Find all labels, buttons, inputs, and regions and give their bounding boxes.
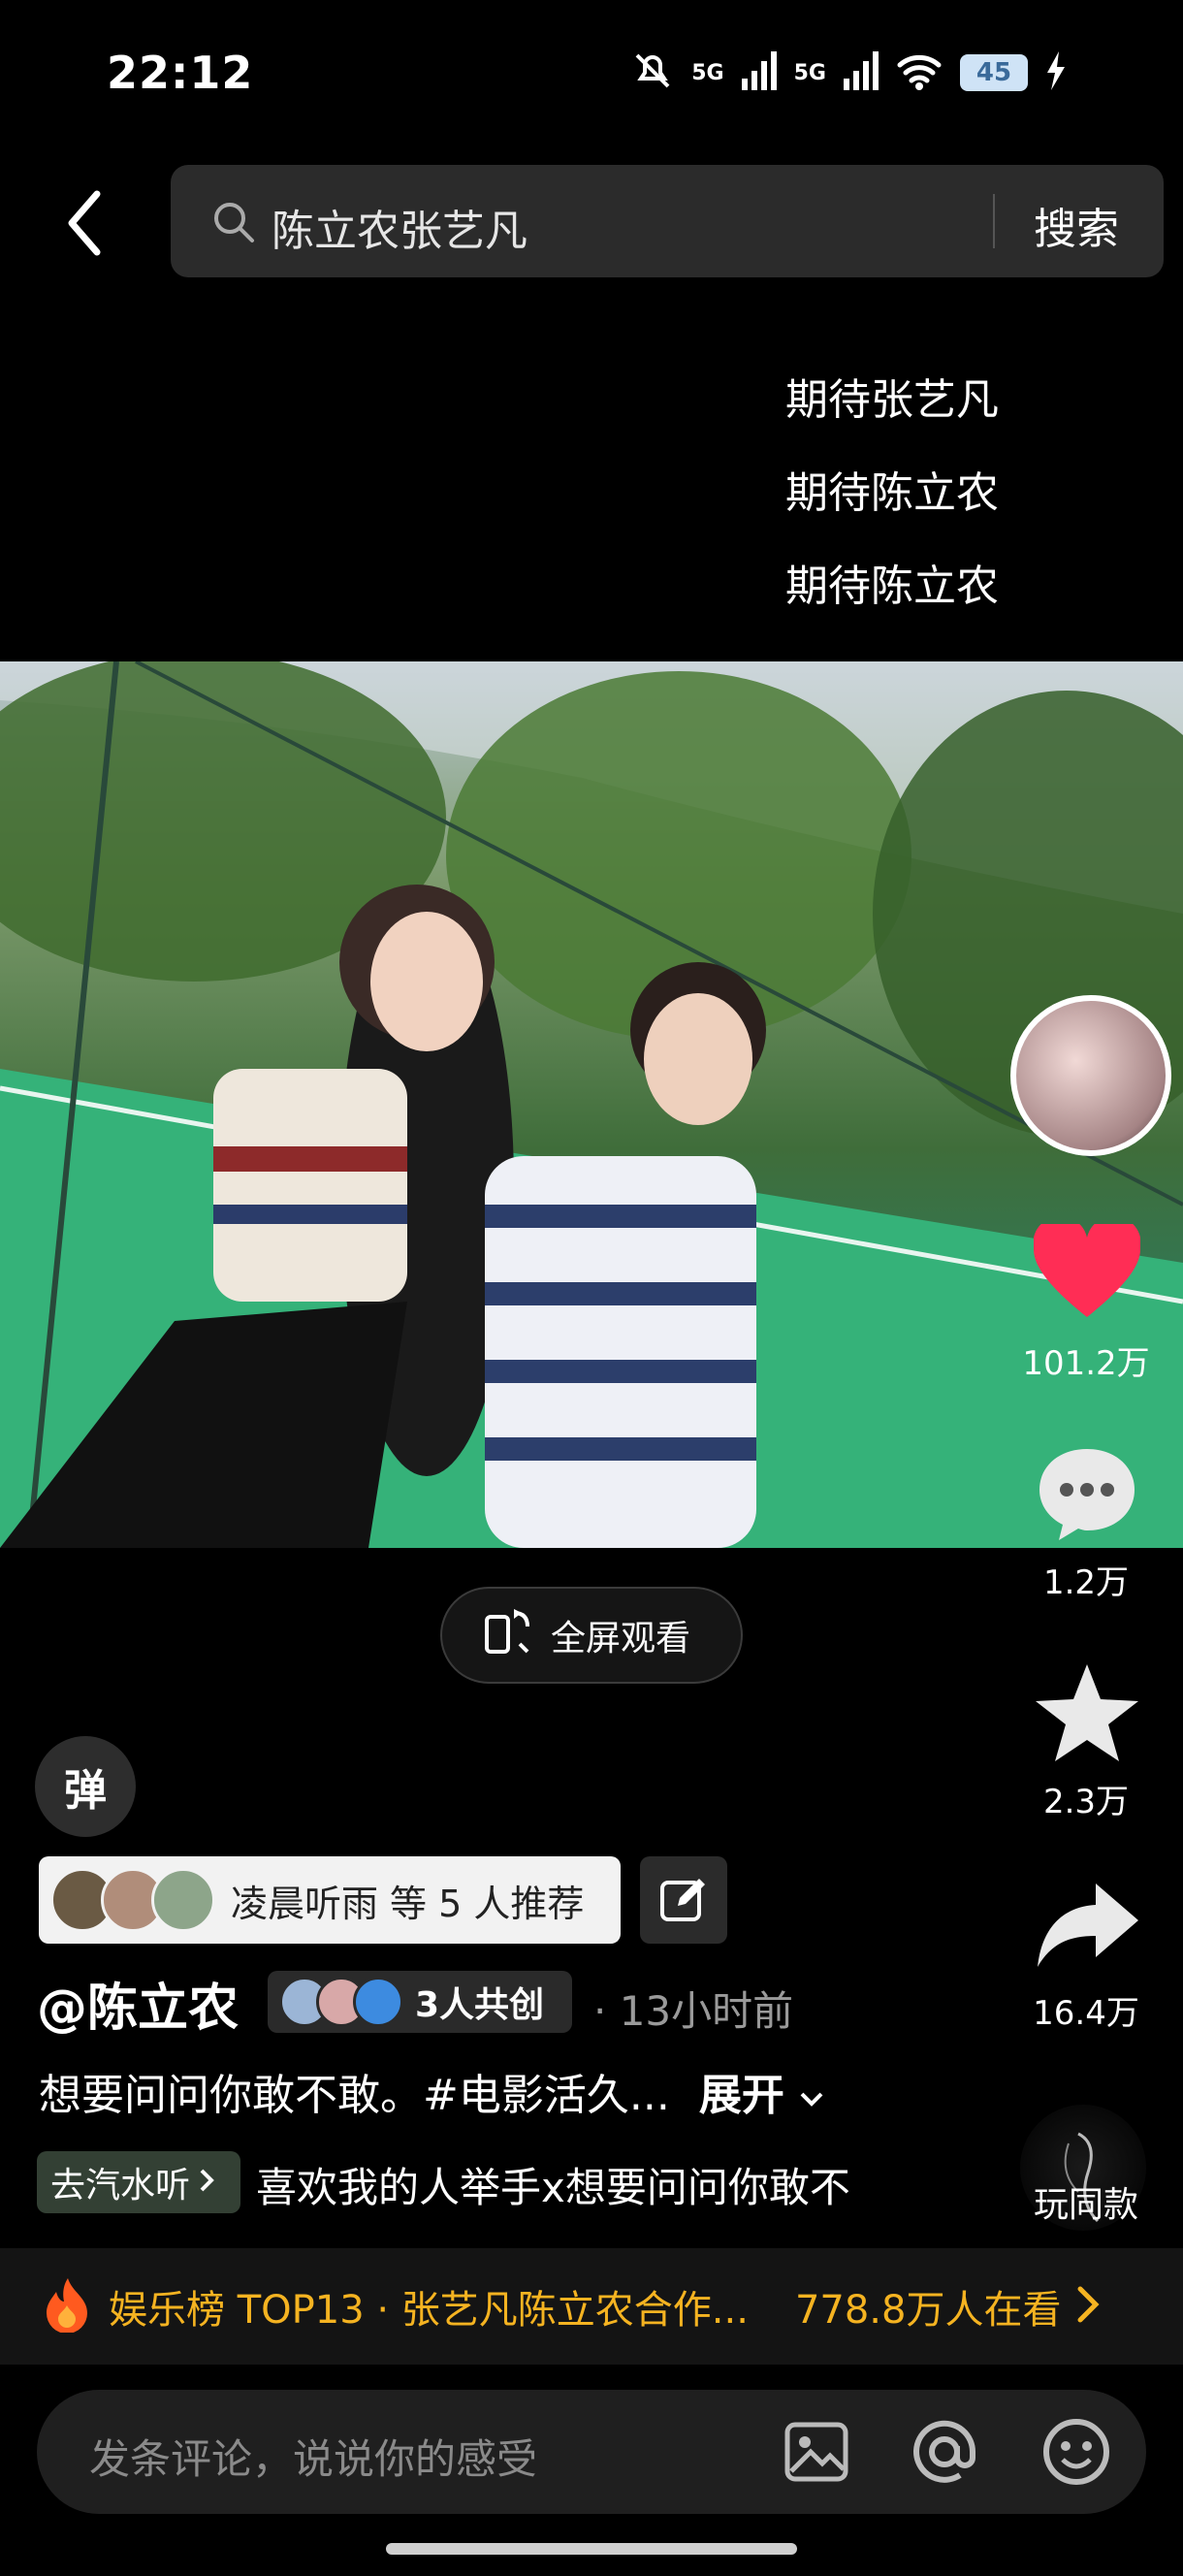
comment-input[interactable]: 发条评论，说说你的感受 (89, 2427, 537, 2486)
expand-link[interactable]: 展开 (699, 2071, 784, 2120)
rotate-screen-icon (481, 1605, 533, 1666)
danmaku-toggle-button[interactable]: 弹 (35, 1736, 136, 1837)
fullscreen-label: 全屏观看 (551, 1619, 691, 1658)
author-avatar[interactable] (1010, 995, 1171, 1156)
signal-icon (741, 51, 777, 94)
video-frame-illustration (0, 661, 1183, 1548)
video-player[interactable] (0, 661, 1183, 1548)
share-count: 16.4万 (1033, 1994, 1139, 2033)
edit-icon[interactable] (640, 1856, 727, 1944)
home-indicator[interactable] (386, 2543, 797, 2555)
hot-rank-text: 娱乐榜 TOP13 · 张艺凡陈立农合作... (109, 2288, 749, 2333)
co-creation-label: 3人共创 (415, 1985, 545, 2025)
recommender-name: 凌晨听雨 (231, 1882, 379, 1925)
chevron-right-icon (1076, 2285, 1101, 2328)
search-bar[interactable]: 陈立农张艺凡 搜索 (171, 165, 1164, 277)
viewer-count: 778.8万人在看 (794, 2288, 1062, 2333)
image-icon[interactable] (783, 2419, 849, 2489)
chevron-down-icon (798, 2071, 825, 2120)
post-time: · 13小时前 (593, 1987, 794, 2035)
co-creator-avatar (353, 1977, 403, 2027)
like-icon[interactable] (1033, 1215, 1141, 1325)
description-text: 想要问问你敢不敢。#电影活久... (39, 2071, 670, 2120)
battery-indicator: 45 (960, 54, 1028, 91)
favorite-star-icon[interactable] (1034, 1662, 1140, 1767)
music-title[interactable]: 喜欢我的人举手x想要问问你敢不 (256, 2155, 850, 2214)
danmaku-comment: 期待陈立农 (785, 468, 999, 518)
search-input[interactable]: 陈立农张艺凡 (272, 196, 528, 258)
danmaku-comment: 期待陈立农 (785, 562, 999, 611)
favorite-count: 2.3万 (1042, 1783, 1130, 1821)
comment-input-bar[interactable]: 发条评论，说说你的感受 (37, 2390, 1146, 2514)
fire-icon (43, 2276, 91, 2336)
hot-ranking-bar[interactable]: 娱乐榜 TOP13 · 张艺凡陈立农合作... 778.8万人在看 (0, 2248, 1183, 2365)
music-tag-label: 去汽水听 (50, 2166, 191, 2206)
video-description[interactable]: 想要问问你敢不敢。#电影活久... 展开 (39, 2060, 825, 2122)
comment-count: 1.2万 (1042, 1563, 1130, 1602)
at-mention-icon[interactable] (910, 2417, 979, 2491)
emoji-icon[interactable] (1041, 2417, 1111, 2491)
fullscreen-button[interactable]: 全屏观看 (440, 1587, 743, 1684)
same-style-label[interactable]: 玩同款 (979, 2176, 1183, 2227)
search-icon (211, 200, 256, 248)
share-icon[interactable] (1036, 1882, 1140, 1973)
mute-icon (631, 49, 674, 96)
chevron-right-icon (198, 2163, 215, 2203)
music-app-link[interactable]: 去汽水听 (37, 2151, 240, 2213)
status-time: 22:12 (107, 47, 254, 99)
danmaku-comment: 期待张艺凡 (785, 375, 999, 425)
signal-icon-2 (844, 51, 879, 94)
back-icon[interactable] (58, 184, 116, 262)
signal-5g-label-2: 5G (793, 60, 826, 85)
search-button[interactable]: 搜索 (1034, 194, 1119, 256)
charging-icon (1045, 51, 1067, 94)
recommend-bar[interactable]: 凌晨听雨 等 5 人推荐 (39, 1856, 621, 1944)
like-count: 101.2万 (1022, 1344, 1150, 1383)
wifi-icon (896, 51, 943, 94)
signal-5g-label: 5G (691, 60, 724, 85)
comment-icon[interactable] (1036, 1445, 1138, 1546)
co-creation-badge[interactable]: 3人共创 (268, 1971, 572, 2033)
author-name[interactable]: @陈立农 (37, 1967, 239, 2040)
search-divider (993, 194, 995, 248)
recommender-avatar (151, 1868, 215, 1932)
status-icons: 5G 5G 45 (631, 48, 1067, 97)
recommend-suffix: 等 5 人推荐 (390, 1882, 585, 1925)
